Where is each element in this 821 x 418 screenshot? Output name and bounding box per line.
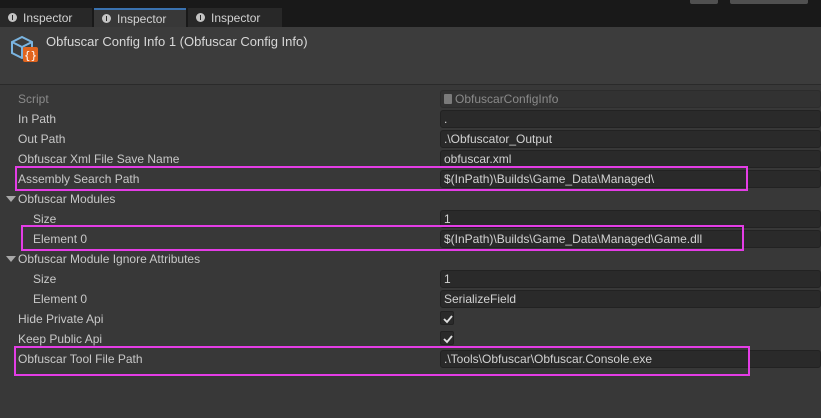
keep-public-api-row: Keep Public Api <box>0 329 821 349</box>
ignore-attributes-element0-row: Element 0 SerializeField <box>0 289 821 309</box>
modules-foldout[interactable]: Obfuscar Modules <box>0 189 821 209</box>
in-path-row: In Path . <box>0 109 821 129</box>
modules-size-label: Size <box>33 212 57 226</box>
out-path-field[interactable]: .\Obfuscator_Output <box>440 130 821 148</box>
modules-size-field[interactable]: 1 <box>440 210 821 228</box>
assembly-search-path-label: Assembly Search Path <box>18 172 140 186</box>
script-file-icon <box>444 94 452 104</box>
info-icon <box>8 13 17 22</box>
script-label: Script <box>18 92 49 106</box>
tab-bar: Inspector Inspector Inspector <box>0 0 821 27</box>
ignore-attributes-element0-label: Element 0 <box>33 292 88 306</box>
modules-label: Obfuscar Modules <box>18 192 116 206</box>
modules-element0-label: Element 0 <box>33 232 88 246</box>
xml-save-name-field[interactable]: obfuscar.xml <box>440 150 821 168</box>
assembly-search-path-row: Assembly Search Path $(InPath)\Builds\Ga… <box>0 169 821 189</box>
tab-menu-button[interactable] <box>690 0 718 4</box>
hide-private-api-row: Hide Private Api <box>0 309 821 329</box>
tab-inspector-2[interactable]: Inspector <box>94 8 186 27</box>
out-path-row: Out Path .\Obfuscator_Output <box>0 129 821 149</box>
script-field[interactable]: ObfuscarConfigInfo <box>440 90 821 108</box>
xml-save-name-label: Obfuscar Xml File Save Name <box>18 152 180 166</box>
component-title: Obfuscar Config Info 1 (Obfuscar Config … <box>46 34 308 49</box>
assembly-search-path-field[interactable]: $(InPath)\Builds\Game_Data\Managed\ <box>440 170 821 188</box>
ignore-attributes-size-label: Size <box>33 272 57 286</box>
keep-public-api-checkbox[interactable] <box>440 331 454 345</box>
tab-inspector-1[interactable]: Inspector <box>0 8 92 27</box>
tool-file-path-field[interactable]: .\Tools\Obfuscar\Obfuscar.Console.exe <box>440 350 821 368</box>
tab-label: Inspector <box>117 11 167 26</box>
tool-file-path-row: Obfuscar Tool File Path .\Tools\Obfuscar… <box>0 349 821 369</box>
checkmark-icon <box>443 335 453 344</box>
tab-inspector-3[interactable]: Inspector <box>188 8 282 27</box>
info-icon <box>196 13 205 22</box>
ignore-attributes-foldout[interactable]: Obfuscar Module Ignore Attributes <box>0 249 821 269</box>
in-path-field[interactable]: . <box>440 110 821 128</box>
tab-label: Inspector <box>211 10 261 25</box>
keep-public-api-label: Keep Public Api <box>18 332 103 346</box>
ignore-attributes-element0-field[interactable]: SerializeField <box>440 290 821 308</box>
svg-text:{}: {} <box>24 49 37 62</box>
ignore-attributes-size-field[interactable]: 1 <box>440 270 821 288</box>
modules-element0-row: Element 0 $(InPath)\Builds\Game_Data\Man… <box>0 229 821 249</box>
foldout-arrow-icon[interactable] <box>6 196 16 202</box>
script-value: ObfuscarConfigInfo <box>455 92 559 106</box>
hide-private-api-label: Hide Private Api <box>18 312 104 326</box>
out-path-label: Out Path <box>18 132 66 146</box>
ignore-attributes-label: Obfuscar Module Ignore Attributes <box>18 252 201 266</box>
modules-size-row: Size 1 <box>0 209 821 229</box>
info-icon <box>102 14 111 23</box>
tool-file-path-label: Obfuscar Tool File Path <box>18 352 143 366</box>
modules-element0-field[interactable]: $(InPath)\Builds\Game_Data\Managed\Game.… <box>440 230 821 248</box>
script-row: Script ObfuscarConfigInfo <box>0 89 821 109</box>
ignore-attributes-size-row: Size 1 <box>0 269 821 289</box>
tab-options-button[interactable] <box>730 0 808 4</box>
script-config-icon: {} <box>11 35 38 62</box>
component-header: {} Obfuscar Config Info 1 (Obfuscar Conf… <box>0 27 821 85</box>
hide-private-api-checkbox[interactable] <box>440 311 454 325</box>
inspector-body: Script ObfuscarConfigInfo In Path . Out … <box>0 86 821 418</box>
in-path-label: In Path <box>18 112 57 126</box>
foldout-arrow-icon[interactable] <box>6 256 16 262</box>
xml-save-name-row: Obfuscar Xml File Save Name obfuscar.xml <box>0 149 821 169</box>
checkmark-icon <box>443 315 453 324</box>
tab-label: Inspector <box>23 10 73 25</box>
